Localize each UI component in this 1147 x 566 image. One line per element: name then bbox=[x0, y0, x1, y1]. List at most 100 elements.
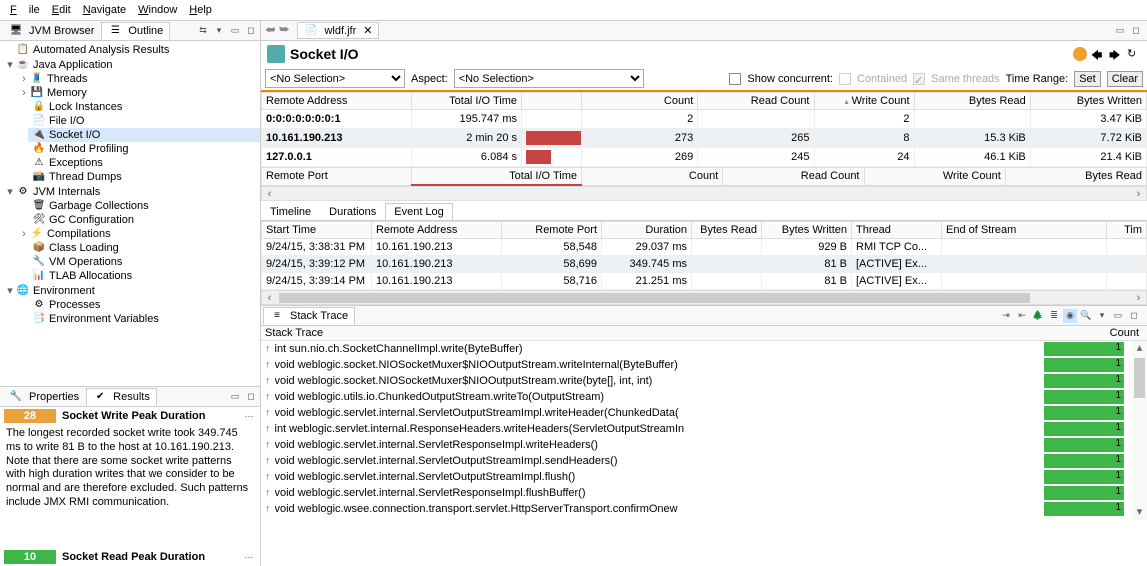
link-with-editor-icon[interactable]: ⇆ bbox=[196, 24, 210, 38]
maximize-icon[interactable]: ◻ bbox=[1127, 309, 1141, 323]
rule-menu-icon[interactable]: ⋯ bbox=[242, 550, 256, 564]
refresh-icon[interactable]: ↻ bbox=[1127, 47, 1141, 61]
compile-icon: ⚡ bbox=[30, 228, 44, 240]
rule-write-peak[interactable]: 28 Socket Write Peak Duration ⋯ bbox=[0, 407, 260, 425]
exception-icon: ⚠ bbox=[32, 157, 46, 169]
stack-frame[interactable]: ↑void weblogic.servlet.internal.ServletO… bbox=[261, 453, 1132, 469]
editor-tab-wldf[interactable]: 📄 wldf.jfr ✕ bbox=[297, 22, 379, 39]
tab-results[interactable]: ✔Results bbox=[86, 388, 157, 406]
highlight-icon[interactable]: ◉ bbox=[1063, 309, 1077, 323]
tab-properties[interactable]: 🔧Properties bbox=[2, 388, 86, 406]
close-icon[interactable]: ✕ bbox=[363, 24, 372, 37]
menu-edit[interactable]: Edit bbox=[46, 2, 77, 18]
rule-menu-icon[interactable]: ⋯ bbox=[242, 409, 256, 423]
minimize-icon[interactable]: ▭ bbox=[228, 390, 242, 404]
stack-frame[interactable]: ↑void weblogic.socket.NIOSocketMuxer$NIO… bbox=[261, 357, 1132, 373]
tab-jvm-browser[interactable]: 🖥JVM Browser bbox=[2, 22, 101, 40]
tab-stack-trace[interactable]: ≡Stack Trace bbox=[263, 307, 355, 325]
contained-checkbox[interactable] bbox=[839, 73, 851, 85]
view-menu-icon[interactable]: ▾ bbox=[1095, 309, 1109, 323]
arrow-up-icon: ↑ bbox=[265, 455, 271, 467]
group-icon[interactable]: ≣ bbox=[1047, 309, 1061, 323]
lock-icon: 🔒 bbox=[32, 101, 46, 113]
stack-frame[interactable]: ↑void weblogic.wsee.connection.transport… bbox=[261, 501, 1132, 517]
arrow-up-icon: ↑ bbox=[265, 359, 271, 371]
table-row[interactable]: 0:0:0:0:0:0:0:1195.747 ms223.47 KiB bbox=[262, 110, 1147, 129]
filter-icon[interactable]: 🔍 bbox=[1079, 309, 1093, 323]
arrow-up-icon: ↑ bbox=[265, 423, 271, 435]
menu-help[interactable]: Help bbox=[183, 2, 218, 18]
expand-icon[interactable]: ⇥ bbox=[999, 309, 1013, 323]
menu-file[interactable]: File bbox=[4, 2, 46, 18]
stack-frame[interactable]: ↑int weblogic.servlet.internal.ResponseH… bbox=[261, 421, 1132, 437]
rule-description: The longest recorded socket write took 3… bbox=[0, 425, 260, 548]
stack-frame[interactable]: ↑void weblogic.utils.io.ChunkedOutputStr… bbox=[261, 389, 1132, 405]
table-row[interactable]: 127.0.0.16.084 s2692452446.1 KiB21.4 KiB bbox=[262, 148, 1147, 167]
subtab-timeline[interactable]: Timeline bbox=[261, 203, 320, 220]
same-threads-checkbox[interactable]: ✓ bbox=[913, 73, 925, 85]
stack-frame[interactable]: ↑void weblogic.servlet.internal.ServletO… bbox=[261, 405, 1132, 421]
jvm-icon: 🖥 bbox=[9, 25, 23, 37]
table-row[interactable]: 10.161.190.2132 min 20 s273265815.3 KiB7… bbox=[262, 129, 1147, 148]
menubar: File Edit Navigate Window Help bbox=[0, 0, 1147, 21]
back-icon[interactable]: ⮨ bbox=[265, 24, 275, 37]
page-title: Socket I/O bbox=[290, 46, 358, 62]
table-row[interactable]: 9/24/15, 3:39:12 PM10.161.190.21358,6993… bbox=[262, 256, 1147, 273]
tree-icon[interactable]: 🌲 bbox=[1031, 309, 1045, 323]
memory-icon: 💾 bbox=[30, 87, 44, 99]
selection-dropdown[interactable]: <No Selection> bbox=[265, 69, 405, 88]
info-icon[interactable] bbox=[1073, 47, 1087, 61]
socket-icon bbox=[267, 45, 285, 63]
minimize-icon[interactable]: ▭ bbox=[228, 24, 242, 38]
outline-tree[interactable]: 📋Automated Analysis Results ▾☕Java Appli… bbox=[0, 41, 260, 386]
menu-window[interactable]: Window bbox=[132, 2, 183, 18]
set-button[interactable]: Set bbox=[1074, 71, 1101, 87]
class-icon: 📦 bbox=[32, 242, 46, 254]
minimize-icon[interactable]: ▭ bbox=[1113, 24, 1127, 38]
jvm-internals-icon: ⚙ bbox=[16, 186, 30, 198]
stack-frame[interactable]: ↑void weblogic.servlet.internal.ServletR… bbox=[261, 437, 1132, 453]
subtab-durations[interactable]: Durations bbox=[320, 203, 385, 220]
tree-socket-io[interactable]: 🔌Socket I/O bbox=[28, 128, 260, 142]
aspect-dropdown[interactable]: <No Selection> bbox=[454, 69, 644, 88]
maximize-icon[interactable]: ◻ bbox=[1129, 24, 1143, 38]
scrollbar-h[interactable]: ‹› bbox=[261, 290, 1147, 305]
arrow-up-icon: ↑ bbox=[265, 375, 271, 387]
subtab-eventlog[interactable]: Event Log bbox=[385, 203, 453, 220]
env-icon: 🌐 bbox=[16, 285, 30, 297]
stack-frame[interactable]: ↑void weblogic.servlet.internal.ServletO… bbox=[261, 469, 1132, 485]
sort-asc-icon: ▴ bbox=[845, 97, 849, 106]
remote-address-table[interactable]: Remote AddressTotal I/O Time CountRead C… bbox=[261, 92, 1147, 167]
file-icon: 📄 bbox=[32, 115, 46, 127]
nav-next-icon[interactable]: 🡆 bbox=[1109, 47, 1123, 61]
stack-frame[interactable]: ↑int sun.nio.ch.SocketChannelImpl.write(… bbox=[261, 341, 1132, 357]
nav-prev-icon[interactable]: 🡄 bbox=[1091, 47, 1105, 61]
table-row[interactable]: 9/24/15, 3:38:31 PM10.161.190.21358,5482… bbox=[262, 239, 1147, 256]
table-row[interactable]: 9/24/15, 3:39:14 PM10.161.190.21358,7162… bbox=[262, 273, 1147, 290]
minimize-icon[interactable]: ▭ bbox=[1111, 309, 1125, 323]
vmop-icon: 🔧 bbox=[32, 256, 46, 268]
profiling-icon: 🔥 bbox=[32, 143, 46, 155]
dump-icon: 📸 bbox=[32, 171, 46, 183]
stack-frame[interactable]: ↑void weblogic.servlet.internal.ServletR… bbox=[261, 485, 1132, 501]
proc-icon: ⚙ bbox=[32, 299, 46, 311]
menu-navigate[interactable]: Navigate bbox=[77, 2, 132, 18]
tlab-icon: 📊 bbox=[32, 270, 46, 282]
show-concurrent-checkbox[interactable] bbox=[729, 73, 741, 85]
results-icon: 📋 bbox=[16, 44, 30, 56]
maximize-icon[interactable]: ◻ bbox=[244, 390, 258, 404]
stack-trace-list[interactable]: ↑int sun.nio.ch.SocketChannelImpl.write(… bbox=[261, 341, 1132, 520]
view-menu-icon[interactable]: ▾ bbox=[212, 24, 226, 38]
rule-read-peak[interactable]: 10 Socket Read Peak Duration ⋯ bbox=[0, 548, 260, 566]
fwd-icon[interactable]: ⮩ bbox=[279, 24, 289, 37]
event-log-table[interactable]: Start TimeRemote Address Remote PortDura… bbox=[261, 221, 1147, 290]
remote-port-table[interactable]: Remote Port Total I/O Time CountRead Cou… bbox=[261, 167, 1147, 186]
maximize-icon[interactable]: ◻ bbox=[244, 24, 258, 38]
stack-frame[interactable]: ↑void weblogic.socket.NIOSocketMuxer$NIO… bbox=[261, 373, 1132, 389]
scrollbar-v[interactable]: ▴▾ bbox=[1132, 341, 1147, 520]
scrollbar-h[interactable]: ‹› bbox=[261, 186, 1147, 201]
tab-outline[interactable]: ☰Outline bbox=[101, 22, 170, 40]
clear-button[interactable]: Clear bbox=[1107, 71, 1143, 87]
arrow-up-icon: ↑ bbox=[265, 343, 271, 355]
collapse-icon[interactable]: ⇤ bbox=[1015, 309, 1029, 323]
